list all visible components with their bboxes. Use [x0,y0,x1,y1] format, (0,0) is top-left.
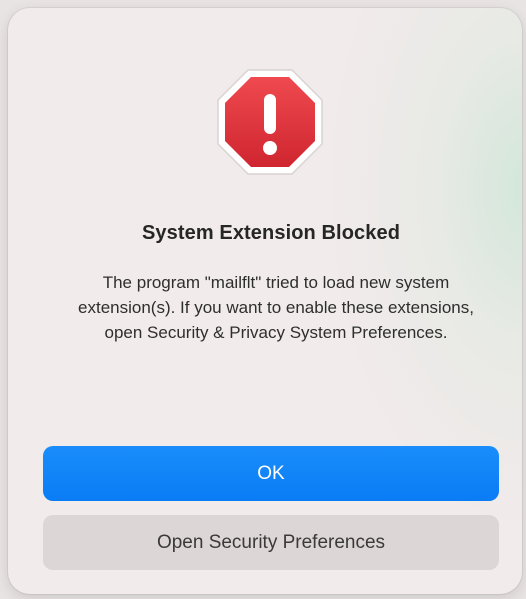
stop-alert-icon [217,69,323,175]
system-extension-alert-dialog: System Extension Blocked The program "ma… [8,8,522,594]
dialog-message: The program "mailflt" tried to load new … [78,273,474,342]
dialog-title: System Extension Blocked [141,222,401,244]
open-security-preferences-button[interactable]: Open Security Preferences [43,515,499,570]
ok-button[interactable]: OK [43,446,499,501]
